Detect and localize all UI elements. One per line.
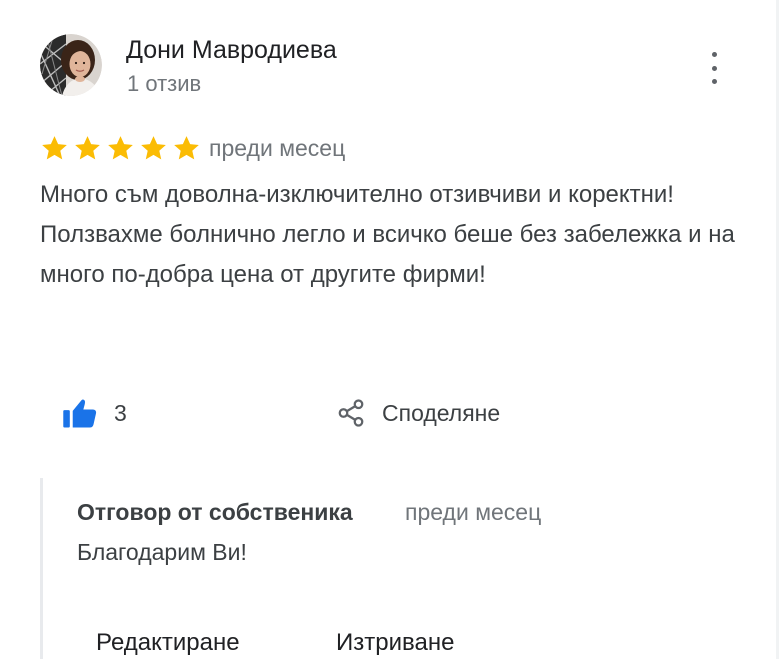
like-count: 3 xyxy=(114,399,127,426)
more-vert-icon-dot xyxy=(711,79,717,84)
star-rating xyxy=(40,134,201,164)
share-label: Споделяне xyxy=(382,399,501,426)
more-vert-icon xyxy=(711,52,717,57)
owner-reply-text: Благодарим Ви! xyxy=(77,539,247,565)
reviewer-name[interactable]: Дони Мавродиева xyxy=(126,36,337,65)
reviewer-review-count[interactable]: 1 отзив xyxy=(127,71,201,97)
star-icon xyxy=(108,136,133,160)
owner-reply-title: Отговор от собственика xyxy=(77,499,353,525)
share-icon xyxy=(338,399,364,427)
like-button[interactable]: 3 xyxy=(62,393,127,433)
star-icon xyxy=(141,136,166,160)
star-icon xyxy=(42,136,67,160)
more-vert-icon-dot xyxy=(711,65,717,71)
owner-reply-date: преди месец xyxy=(405,499,542,525)
share-button[interactable]: Споделяне xyxy=(336,393,500,433)
review-card: Дони Мавродиева 1 отзив преди месец Мног… xyxy=(0,0,779,659)
review-date: преди месец xyxy=(209,135,346,161)
delete-reply-button[interactable]: Изтриване xyxy=(336,629,454,657)
avatar-photo xyxy=(40,34,102,96)
more-options-button[interactable] xyxy=(702,52,726,84)
star-icon xyxy=(75,136,100,160)
edit-reply-button[interactable]: Редактиране xyxy=(96,629,240,657)
star-icon xyxy=(174,136,199,160)
review-text: Много съм доволна-изключително отзивчиви… xyxy=(40,181,735,288)
reviewer-avatar[interactable] xyxy=(40,34,102,96)
thumb-up-icon xyxy=(63,399,97,428)
